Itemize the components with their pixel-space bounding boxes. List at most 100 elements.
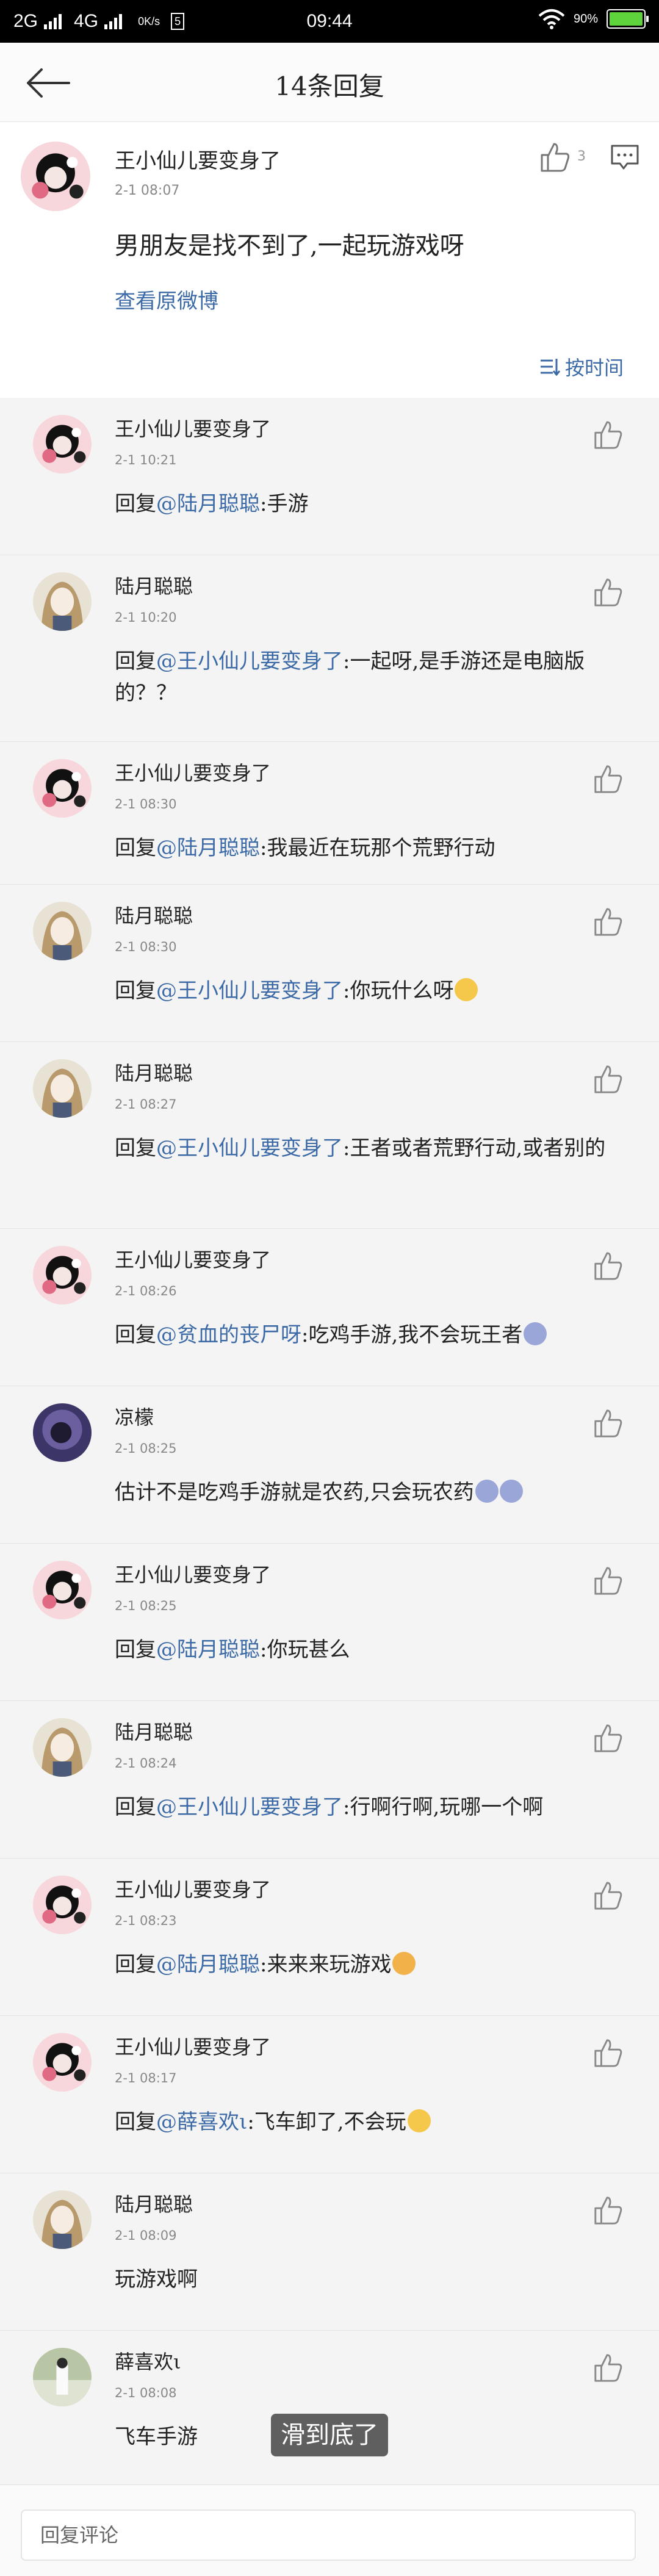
reply-author[interactable]: 陆月聪聪 (115, 901, 193, 929)
avatar[interactable] (33, 1059, 92, 1118)
thumbs-up-icon[interactable] (592, 576, 625, 609)
thumbs-up-icon[interactable] (592, 1250, 625, 1283)
mention-link[interactable]: @陆月聪聪 (156, 1952, 260, 1977)
reply-body: :王者或者荒野行动,或者别的 (343, 1136, 606, 1160)
mention-link[interactable]: @陆月聪聪 (156, 836, 260, 860)
status-bar: 2G 4G 0K/s 5 09:44 90% (0, 0, 659, 43)
reply-author[interactable]: 陆月聪聪 (115, 1058, 193, 1086)
reply-prefix: 回复 (115, 1795, 156, 1819)
reply-time: 2-1 10:21 (115, 453, 177, 467)
avatar[interactable] (33, 1561, 92, 1619)
avatar[interactable] (33, 1403, 92, 1462)
reply-text: 回复@陆月聪聪:你玩甚么 (115, 1634, 621, 1666)
thumbs-up-icon[interactable] (592, 1722, 625, 1755)
comment-icon[interactable] (610, 144, 639, 171)
avatar[interactable] (33, 2033, 92, 2092)
mention-link[interactable]: @王小仙儿要变身了 (156, 979, 343, 1003)
thumbs-up-icon[interactable] (592, 1407, 625, 1440)
reply-author[interactable]: 薛喜欢ι (115, 2347, 181, 2375)
reply-time: 2-1 08:17 (115, 2071, 177, 2085)
thumbs-up-icon[interactable] (592, 1564, 625, 1597)
cry-emoji (499, 1480, 523, 1503)
reply-author[interactable]: 陆月聪聪 (115, 1717, 193, 1745)
reply-item[interactable]: 凉檬 2-1 08:25 估计不是吃鸡手游就是农药,只会玩农药 (0, 1386, 659, 1544)
reply-text: 估计不是吃鸡手游就是农药,只会玩农药 (115, 1477, 621, 1508)
avatar[interactable] (33, 759, 92, 818)
mention-link[interactable]: @王小仙儿要变身了 (156, 649, 343, 674)
reply-text: 回复@王小仙儿要变身了:行啊行啊,玩哪一个啊 (115, 1791, 621, 1823)
sort-label: 按时间 (564, 356, 624, 380)
reply-prefix: 回复 (115, 1136, 156, 1160)
reply-author[interactable]: 王小仙儿要变身了 (115, 1245, 271, 1273)
thumbs-up-icon[interactable] (592, 763, 625, 796)
avatar[interactable] (33, 415, 92, 473)
thumbs-up-icon[interactable] (592, 1879, 625, 1912)
reply-author[interactable]: 王小仙儿要变身了 (115, 1874, 271, 1902)
reply-author[interactable]: 王小仙儿要变身了 (115, 1560, 271, 1588)
reply-item[interactable]: 陆月聪聪 2-1 08:09 玩游戏啊 (0, 2173, 659, 2331)
thumbs-up-icon[interactable] (592, 2037, 625, 2070)
avatar[interactable] (33, 1246, 92, 1304)
avatar[interactable] (21, 142, 90, 211)
avatar[interactable] (33, 1718, 92, 1777)
thumbs-up-icon[interactable] (592, 905, 625, 938)
reply-item[interactable]: 薛喜欢ι 2-1 08:08 飞车手游 (0, 2331, 659, 2489)
sort-by-time-button[interactable]: 按时间 (539, 353, 624, 381)
top-bar: 14条回复 (0, 43, 659, 122)
avatar[interactable] (33, 572, 92, 631)
reply-body: :我最近在玩那个荒野行动 (260, 836, 495, 860)
reply-list: 王小仙儿要变身了 2-1 10:21 回复@陆月聪聪:手游 陆月聪聪 2-1 10:20… (0, 398, 659, 2489)
reply-item[interactable]: 王小仙儿要变身了 2-1 08:23 回复@陆月聪聪:来来来玩游戏 (0, 1858, 659, 2016)
thumbs-up-icon[interactable] (592, 1063, 625, 1096)
reply-author[interactable]: 王小仙儿要变身了 (115, 414, 271, 442)
reply-time: 2-1 08:08 (115, 2386, 177, 2400)
thumbs-up-icon[interactable] (592, 2351, 625, 2384)
reply-item[interactable]: 王小仙儿要变身了 2-1 08:30 回复@陆月聪聪:我最近在玩那个荒野行动 (0, 742, 659, 885)
thumbs-up-icon[interactable] (592, 419, 625, 452)
mention-link[interactable]: @王小仙儿要变身了 (156, 1136, 343, 1160)
reply-prefix: 回复 (115, 492, 156, 516)
reply-body: :你玩甚么 (260, 1638, 350, 1662)
reply-item[interactable]: 陆月聪聪 2-1 10:20 回复@王小仙儿要变身了:一起呀,是手游还是电脑版的？？ (0, 555, 659, 742)
avatar[interactable] (33, 902, 92, 960)
reply-input[interactable]: 回复评论 (21, 2509, 636, 2561)
reply-item[interactable]: 王小仙儿要变身了 2-1 08:17 回复@薛喜欢ι:飞车卸了,不会玩 (0, 2016, 659, 2173)
reply-prefix: 回复 (115, 2110, 156, 2134)
reply-body: :行啊行啊,玩哪一个啊 (343, 1795, 544, 1819)
reply-time: 2-1 08:27 (115, 1097, 177, 1112)
reply-body: :来来来玩游戏 (260, 1952, 392, 1977)
cry-emoji (524, 1322, 547, 1345)
post-author[interactable]: 王小仙儿要变身了 (115, 144, 281, 174)
thumbs-up-icon[interactable] (592, 2194, 625, 2227)
reply-author[interactable]: 陆月聪聪 (115, 2189, 193, 2217)
view-original-link[interactable]: 查看原微博 (115, 284, 218, 314)
reply-item[interactable]: 陆月聪聪 2-1 08:30 回复@王小仙儿要变身了:你玩什么呀 (0, 885, 659, 1042)
reply-prefix: 回复 (115, 1638, 156, 1662)
mention-link[interactable]: @王小仙儿要变身了 (156, 1795, 343, 1819)
reply-time: 2-1 08:23 (115, 1913, 177, 1928)
reply-item[interactable]: 陆月聪聪 2-1 08:24 回复@王小仙儿要变身了:行啊行啊,玩哪一个啊 (0, 1701, 659, 1858)
mention-link[interactable]: @陆月聪聪 (156, 492, 260, 516)
reply-item[interactable]: 王小仙儿要变身了 2-1 08:26 回复@贫血的丧尸呀:吃鸡手游,我不会玩王者 (0, 1229, 659, 1386)
battery-icon (607, 9, 649, 29)
mention-link[interactable]: @薛喜欢ι (156, 2110, 247, 2134)
reply-author[interactable]: 陆月聪聪 (115, 571, 193, 599)
mention-link[interactable]: @陆月聪聪 (156, 1638, 260, 1662)
avatar[interactable] (33, 1876, 92, 1934)
reply-text: 回复@王小仙儿要变身了:你玩什么呀 (115, 975, 621, 1007)
reply-item[interactable]: 陆月聪聪 2-1 08:27 回复@王小仙儿要变身了:王者或者荒野行动,或者别的 (0, 1042, 659, 1229)
battery-percent: 90% (573, 12, 598, 26)
thumbs-up-icon[interactable] (538, 140, 572, 174)
reply-time: 2-1 08:30 (115, 940, 177, 954)
reply-item[interactable]: 王小仙儿要变身了 2-1 10:21 回复@陆月聪聪:手游 (0, 398, 659, 555)
mention-link[interactable]: @贫血的丧尸呀 (156, 1323, 301, 1347)
avatar[interactable] (33, 2190, 92, 2249)
reply-author[interactable]: 王小仙儿要变身了 (115, 758, 271, 786)
avatar[interactable] (33, 2348, 92, 2406)
reply-author[interactable]: 王小仙儿要变身了 (115, 2032, 271, 2060)
reply-author[interactable]: 凉檬 (115, 1402, 154, 1430)
sort-icon (540, 359, 560, 376)
reply-item[interactable]: 王小仙儿要变身了 2-1 08:25 回复@陆月聪聪:你玩甚么 (0, 1544, 659, 1701)
reply-text: 回复@王小仙儿要变身了:王者或者荒野行动,或者别的 (115, 1132, 621, 1164)
page-title: 14条回复 (275, 71, 384, 101)
